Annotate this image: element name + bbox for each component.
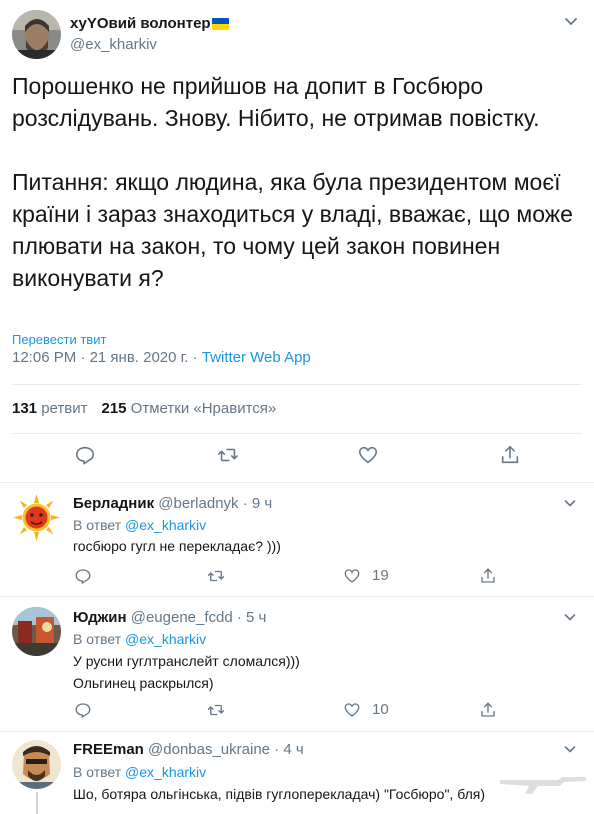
- reply-author-handle[interactable]: @berladnyk: [158, 495, 238, 512]
- reply-author-name[interactable]: Берладник: [73, 495, 154, 512]
- mention-link[interactable]: @ex_kharkiv: [125, 631, 206, 647]
- retweets-stat[interactable]: 131 ретвит: [12, 400, 87, 417]
- meta-separator-2: ·: [188, 349, 202, 366]
- reply-author-name[interactable]: Юджин: [73, 609, 127, 626]
- mention-link[interactable]: @ex_kharkiv: [125, 764, 206, 780]
- ukraine-flag-icon: [211, 17, 229, 30]
- tweet-author: хуYОвий волонтер @ex_kharkiv: [12, 10, 229, 59]
- tweet-stats: 131 ретвит 215 Отметки «Нравится»: [12, 400, 276, 417]
- source-app-link[interactable]: Twitter Web App: [202, 349, 311, 366]
- in-reply-to: В ответ @ex_kharkiv: [73, 764, 206, 780]
- retweets-label: ретвит: [41, 400, 88, 417]
- display-name[interactable]: хуYОвий волонтер: [70, 15, 229, 32]
- reply-header: FREEman @donbas_ukraine · 4 ч: [73, 741, 304, 758]
- like-count: 10: [372, 701, 389, 718]
- reply-time[interactable]: · 9 ч: [239, 495, 273, 512]
- meta-separator: ·: [76, 349, 90, 366]
- divider: [12, 384, 582, 385]
- reply-author-handle[interactable]: @eugene_fcdd: [131, 609, 233, 626]
- reply-time[interactable]: · 5 ч: [233, 609, 267, 626]
- in-reply-prefix: В ответ: [73, 517, 126, 533]
- mention-link[interactable]: @ex_kharkiv: [125, 517, 206, 533]
- chevron-down-icon[interactable]: [562, 495, 578, 511]
- tweet-date[interactable]: 21 янв. 2020 г.: [90, 349, 189, 366]
- reply-actions: 10: [0, 701, 594, 721]
- reply-author-handle[interactable]: @donbas_ukraine: [148, 741, 270, 758]
- reply-icon[interactable]: [74, 701, 92, 719]
- retweets-count: 131: [12, 400, 38, 417]
- heart-icon[interactable]: [343, 567, 361, 585]
- chevron-down-icon[interactable]: [562, 609, 578, 625]
- share-icon[interactable]: [479, 567, 497, 585]
- tweet-text: Порошенко не прийшов на допит в Госбюро …: [12, 73, 573, 291]
- in-reply-to: В ответ @ex_kharkiv: [73, 631, 206, 647]
- likes-count: 215: [101, 400, 127, 417]
- heart-icon[interactable]: [357, 444, 379, 466]
- in-reply-prefix: В ответ: [73, 764, 126, 780]
- divider: [0, 482, 594, 483]
- handle[interactable]: @ex_kharkiv: [70, 36, 229, 53]
- rifle-watermark-icon: [500, 777, 586, 794]
- reply-actions: 19: [0, 567, 594, 587]
- avatar[interactable]: [12, 10, 61, 59]
- divider: [0, 731, 594, 732]
- avatar[interactable]: [12, 493, 61, 542]
- likes-stat[interactable]: 215 Отметки «Нравится»: [101, 400, 276, 417]
- reply-text: У русни гуглтранслейт сломался))) Ольгин…: [73, 653, 300, 691]
- divider: [12, 433, 582, 434]
- tweet-time[interactable]: 12:06 PM: [12, 349, 76, 366]
- avatar[interactable]: [12, 607, 61, 656]
- in-reply-prefix: В ответ: [73, 631, 126, 647]
- reply-icon[interactable]: [74, 567, 92, 585]
- tweet-actions: [0, 444, 594, 472]
- reply-icon[interactable]: [74, 444, 96, 466]
- reply-text: госбюро гугл не перекладає? ))): [73, 538, 281, 554]
- retweet-icon[interactable]: [207, 567, 225, 585]
- reply-header: Юджин @eugene_fcdd · 5 ч: [73, 609, 266, 626]
- retweet-icon[interactable]: [207, 701, 225, 719]
- translate-link[interactable]: Перевести твит: [12, 332, 106, 347]
- reply-time[interactable]: · 4 ч: [270, 741, 304, 758]
- tweet-meta: 12:06 PM · 21 янв. 2020 г. · Twitter Web…: [12, 349, 311, 366]
- reply-header: Берладник @berladnyk · 9 ч: [73, 495, 272, 512]
- divider: [0, 596, 594, 597]
- chevron-down-icon[interactable]: [562, 12, 580, 30]
- avatar[interactable]: [12, 740, 61, 789]
- thread-line: [36, 792, 38, 814]
- in-reply-to: В ответ @ex_kharkiv: [73, 517, 206, 533]
- heart-icon[interactable]: [343, 701, 361, 719]
- chevron-down-icon[interactable]: [562, 741, 578, 757]
- display-name-text[interactable]: хуYОвий волонтер: [70, 15, 211, 32]
- like-count: 19: [372, 567, 389, 584]
- reply-author-name[interactable]: FREEman: [73, 741, 144, 758]
- share-icon[interactable]: [479, 701, 497, 719]
- likes-label: Отметки «Нравится»: [130, 400, 277, 417]
- retweet-icon[interactable]: [217, 444, 239, 466]
- share-icon[interactable]: [499, 444, 521, 466]
